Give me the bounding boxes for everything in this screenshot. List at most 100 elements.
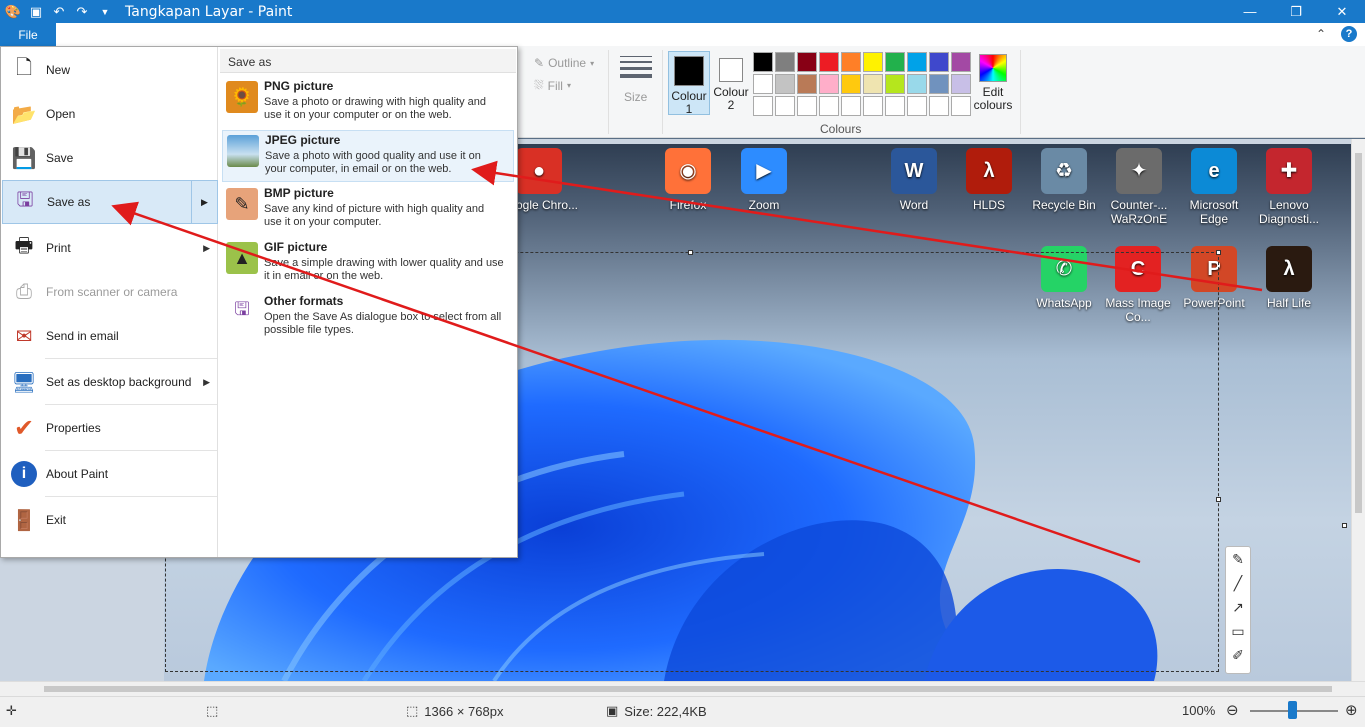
zoom-slider-thumb[interactable] <box>1288 701 1297 719</box>
palette-swatch[interactable] <box>819 96 839 116</box>
redo-icon[interactable]: ↷ <box>73 3 91 21</box>
save-as-bmp[interactable]: ✎ BMP picture Save any kind of picture w… <box>222 184 514 236</box>
save-as-other-formats[interactable]: 🖫 Other formats Open the Save As dialogu… <box>222 292 514 344</box>
palette-swatch[interactable] <box>819 52 839 72</box>
save-as-png[interactable]: 🌻 PNG picture Save a photo or drawing wi… <box>222 77 514 129</box>
disk-icon: ▣ <box>606 703 619 718</box>
option-description: Save a photo or drawing with high qualit… <box>264 96 486 121</box>
menu-item-from-scanner[interactable]: ⎙ From scanner or camera <box>2 270 218 314</box>
colour-2-label: Colour 2 <box>713 85 749 112</box>
menu-item-exit[interactable]: 🚪 Exit <box>2 498 218 542</box>
palette-swatch[interactable] <box>797 52 817 72</box>
palette-swatch[interactable] <box>885 52 905 72</box>
undo-icon[interactable]: ↶ <box>50 3 68 21</box>
menu-item-new[interactable]: 🗋 New <box>2 48 218 92</box>
palette-swatch[interactable] <box>775 74 795 94</box>
palette-swatch[interactable] <box>885 96 905 116</box>
resize-handle[interactable] <box>688 250 693 255</box>
scanner-icon: ⎙ <box>16 280 32 303</box>
paint-app-icon[interactable]: 🎨 <box>4 3 22 21</box>
desktop-icon-label: Microsoft Edge <box>1189 198 1239 226</box>
maximize-button[interactable]: ❐ <box>1273 0 1319 23</box>
save-as-jpeg[interactable]: JPEG picture Save a photo with good qual… <box>222 130 514 182</box>
customize-chevron-down-icon[interactable]: ▼ <box>96 3 114 21</box>
palette-swatch[interactable] <box>841 74 861 94</box>
menu-item-save[interactable]: 💾 Save <box>2 136 218 180</box>
palette-swatch[interactable] <box>753 74 773 94</box>
palette-swatch[interactable] <box>929 74 949 94</box>
vertical-scrollbar[interactable] <box>1351 139 1365 681</box>
palette-swatch[interactable] <box>775 52 795 72</box>
file-size: ▣ Size: 222,4KB <box>606 703 707 719</box>
file-tab[interactable]: File <box>0 23 56 46</box>
collapse-ribbon-chevron-up-icon[interactable]: ⌃ <box>1313 26 1329 42</box>
scrollbar-thumb[interactable] <box>44 686 1332 692</box>
palette-swatch[interactable] <box>863 74 883 94</box>
option-description: Save a photo with good quality and use i… <box>265 150 481 175</box>
menu-divider <box>45 358 217 359</box>
scrollbar-thumb[interactable] <box>1355 153 1362 513</box>
palette-swatch[interactable] <box>907 96 927 116</box>
size-button[interactable] <box>620 56 652 82</box>
arrow-icon[interactable]: ↗ <box>1226 595 1250 619</box>
menu-item-properties[interactable]: ✔ Properties <box>2 406 218 450</box>
zoom-in-button[interactable]: ⊕ <box>1345 701 1358 719</box>
palette-swatch[interactable] <box>907 52 927 72</box>
option-description: Save a simple drawing with lower quality… <box>264 257 504 282</box>
palette-swatch[interactable] <box>951 96 971 116</box>
resize-handle[interactable] <box>1216 250 1221 255</box>
highlighter-icon[interactable]: ✐ <box>1226 643 1250 667</box>
palette-swatch[interactable] <box>775 96 795 116</box>
menu-item-desktop-background[interactable]: 🖥 Set as desktop background ▶ <box>2 360 218 404</box>
option-title: Other formats <box>264 294 344 308</box>
palette-swatch[interactable] <box>885 74 905 94</box>
file-menu: 🗋 New 📂 Open 💾 Save 🖫 Save as ▶ 🖶 Print … <box>0 46 518 558</box>
ribbon-separator <box>1020 50 1021 134</box>
palette-swatch[interactable] <box>753 52 773 72</box>
menu-item-about[interactable]: i About Paint <box>2 452 218 496</box>
line-icon[interactable]: ╱ <box>1226 571 1250 595</box>
menu-item-print[interactable]: 🖶 Print ▶ <box>2 226 218 270</box>
canvas-resize-handle[interactable] <box>1342 523 1347 528</box>
fill-dropdown[interactable]: ⛆ Fill ▾ <box>534 78 571 93</box>
rectangle-icon[interactable]: ▭ <box>1226 619 1250 643</box>
dimensions-icon: ⬚ <box>406 703 419 718</box>
palette-swatch[interactable] <box>907 74 927 94</box>
minimize-button[interactable]: — <box>1227 0 1273 23</box>
save-icon[interactable]: ▣ <box>27 3 45 21</box>
palette-swatch[interactable] <box>797 96 817 116</box>
close-button[interactable]: ✕ <box>1319 0 1365 23</box>
size-label: Size <box>624 90 648 104</box>
option-description: Open the Save As dialogue box to select … <box>264 311 502 336</box>
palette-swatch[interactable] <box>929 52 949 72</box>
palette-swatch[interactable] <box>951 52 971 72</box>
outline-dropdown[interactable]: ✎ Outline ▾ <box>534 56 594 70</box>
palette-swatch[interactable] <box>951 74 971 94</box>
palette-swatch[interactable] <box>841 52 861 72</box>
colour-2-button[interactable]: Colour 2 <box>711 51 751 115</box>
size-line <box>620 61 652 63</box>
menu-item-label: Open <box>46 107 76 121</box>
menu-item-label: New <box>46 63 71 77</box>
palette-swatch[interactable] <box>841 96 861 116</box>
colour-1-button[interactable]: Colour 1 <box>668 51 710 116</box>
menu-item-open[interactable]: 📂 Open <box>2 92 218 136</box>
colours-group-label: Colours <box>820 122 862 136</box>
horizontal-scrollbar[interactable] <box>0 681 1365 696</box>
menu-item-save-as[interactable]: 🖫 Save as ▶ <box>2 180 218 224</box>
palette-swatch[interactable] <box>819 74 839 94</box>
save-as-gif[interactable]: ▲ GIF picture Save a simple drawing with… <box>222 238 514 290</box>
palette-swatch[interactable] <box>753 96 773 116</box>
palette-swatch[interactable] <box>797 74 817 94</box>
pen-icon[interactable]: ✎ <box>1226 547 1250 571</box>
zoom-out-button[interactable]: ⊖ <box>1226 701 1239 719</box>
help-icon[interactable]: ? <box>1341 26 1357 42</box>
palette-swatch[interactable] <box>929 96 949 116</box>
menu-item-send-email[interactable]: ✉ Send in email <box>2 314 218 358</box>
edit-colours-button[interactable]: Edit colours <box>972 54 1014 112</box>
resize-handle[interactable] <box>1216 497 1221 502</box>
chevron-right-icon[interactable]: ▶ <box>191 180 217 224</box>
menu-divider <box>45 404 217 405</box>
palette-swatch[interactable] <box>863 96 883 116</box>
palette-swatch[interactable] <box>863 52 883 72</box>
